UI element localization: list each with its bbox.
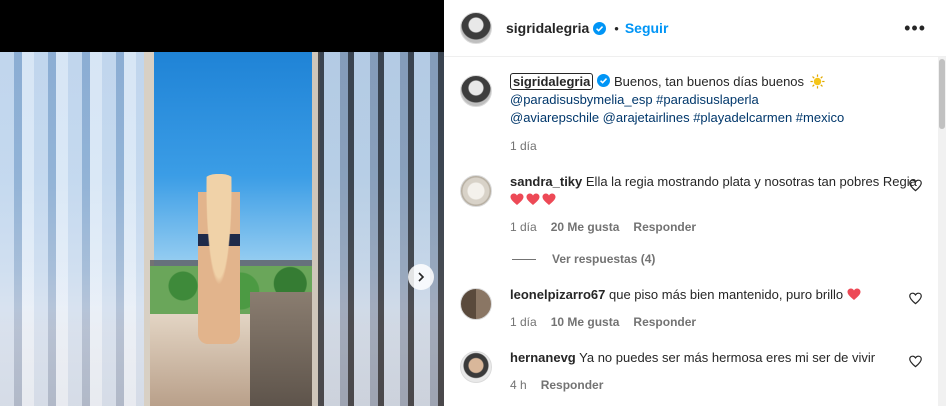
follow-button[interactable]: Seguir <box>625 20 669 36</box>
commenter-username[interactable]: leonelpizarro67 <box>510 287 605 302</box>
next-image-button[interactable] <box>408 264 434 290</box>
comment-time[interactable]: 1 día <box>510 218 537 236</box>
caption-tags-line-2[interactable]: @aviarepschile @arajetairlines #playadel… <box>510 109 930 127</box>
comment-text: que piso más bien mantenido, puro brillo <box>609 287 844 302</box>
chevron-right-icon <box>418 272 425 282</box>
sun-emoji-icon <box>810 74 825 89</box>
caption: sigridalegria Buenos, tan buenos días bu… <box>460 73 930 155</box>
author-avatar[interactable] <box>460 75 492 107</box>
caption-tags-line-1[interactable]: @paradisusbymelia_esp #paradisuslaperla <box>510 91 930 109</box>
author-username[interactable]: sigridalegria <box>506 20 589 36</box>
comment-likes[interactable]: 10 Me gusta <box>551 313 620 331</box>
red-heart-emoji-icon <box>847 288 861 300</box>
separator-dot: • <box>614 20 619 36</box>
comment-likes[interactable]: 20 Me gusta <box>551 218 620 236</box>
reply-button[interactable]: Responder <box>541 376 604 394</box>
comment-time[interactable]: 1 día <box>510 313 537 331</box>
more-options-icon[interactable]: ••• <box>904 19 926 37</box>
caption-username[interactable]: sigridalegria <box>510 73 594 90</box>
author-avatar[interactable] <box>460 12 492 44</box>
comment-text: Ella la regia mostrando plata y nosotras… <box>585 174 917 189</box>
comment-text: Ya no puedes ser más hermosa eres mi ser… <box>579 350 876 365</box>
view-replies-button[interactable]: Ver respuestas (4) <box>512 252 930 266</box>
red-heart-emoji-icon <box>526 193 540 205</box>
caption-text: Buenos, tan buenos días buenos <box>613 74 805 89</box>
like-heart-icon[interactable] <box>909 355 922 368</box>
comments-list: sigridalegria Buenos, tan buenos días bu… <box>444 57 946 406</box>
scrollbar-thumb[interactable] <box>939 59 945 129</box>
post-photo <box>0 52 444 406</box>
like-heart-icon[interactable] <box>909 179 922 192</box>
red-heart-emoji-icon <box>542 193 556 205</box>
post-header: sigridalegria • Seguir ••• <box>444 0 946 57</box>
comment-item: leonelpizarro67 que piso más bien manten… <box>460 286 930 331</box>
verified-badge-icon <box>593 21 607 35</box>
replies-divider <box>512 258 536 260</box>
commenter-username[interactable]: sandra_tiky <box>510 174 582 189</box>
view-replies-label: Ver respuestas (4) <box>552 252 656 266</box>
comment-item: sandra_tiky Ella la regia mostrando plat… <box>460 173 930 236</box>
red-heart-emoji-icon <box>510 193 524 205</box>
caption-time[interactable]: 1 día <box>510 137 537 155</box>
commenter-avatar[interactable] <box>460 288 492 320</box>
commenter-avatar[interactable] <box>460 175 492 207</box>
commenter-username[interactable]: hernanevg <box>510 350 576 365</box>
comments-scrollbar[interactable] <box>938 57 946 406</box>
verified-badge-icon <box>597 74 611 87</box>
reply-button[interactable]: Responder <box>633 218 696 236</box>
post-panel: sigridalegria • Seguir ••• sigridalegria… <box>444 0 946 406</box>
commenter-avatar[interactable] <box>460 351 492 383</box>
comment-item: hernanevg Ya no puedes ser más hermosa e… <box>460 349 930 394</box>
like-heart-icon[interactable] <box>909 292 922 305</box>
post-media <box>0 0 444 406</box>
reply-button[interactable]: Responder <box>633 313 696 331</box>
comment-time[interactable]: 4 h <box>510 376 527 394</box>
